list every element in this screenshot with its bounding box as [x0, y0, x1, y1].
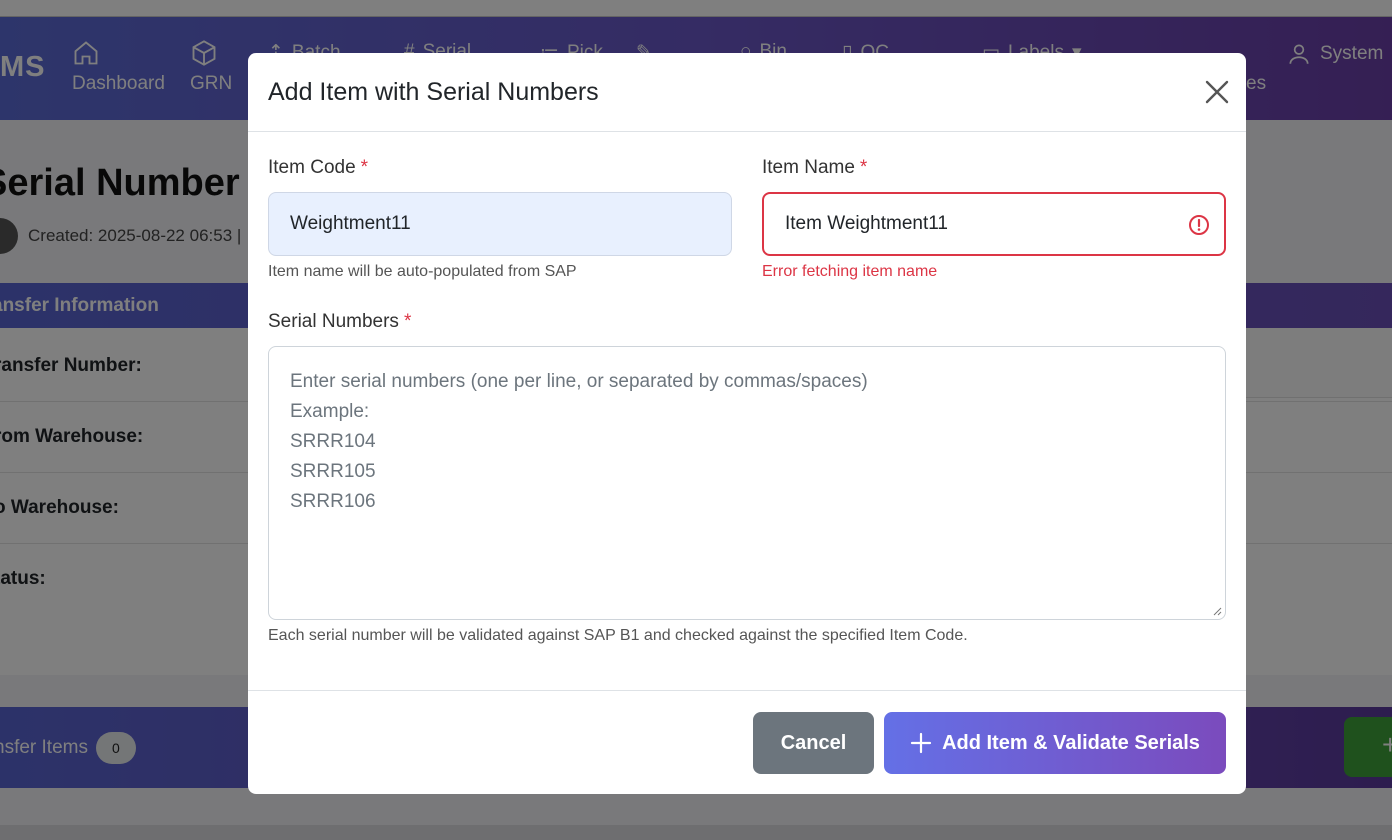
placeholder-line: Example: [290, 401, 370, 422]
serial-numbers-label: Serial Numbers * [268, 311, 411, 333]
serial-numbers-label-text: Serial Numbers [268, 311, 399, 332]
placeholder-line: SRRR105 [290, 461, 376, 482]
add-item-validate-button[interactable]: Add Item & Validate Serials [884, 712, 1226, 774]
placeholder-line: SRRR104 [290, 431, 376, 452]
resize-handle-icon[interactable] [1212, 606, 1222, 616]
item-code-input[interactable]: Weightment11 [268, 192, 732, 256]
modal-header: Add Item with Serial Numbers [248, 53, 1246, 132]
item-code-help: Item name will be auto-populated from SA… [268, 263, 577, 280]
required-mark: * [403, 311, 412, 332]
error-icon [1189, 215, 1209, 235]
required-mark: * [360, 157, 369, 178]
item-name-label: Item Name * [762, 157, 867, 179]
modal-title: Add Item with Serial Numbers [268, 78, 599, 106]
item-name-error: Error fetching item name [762, 263, 938, 280]
item-name-label-text: Item Name [762, 157, 855, 178]
close-icon [1205, 80, 1229, 104]
add-item-modal: Add Item with Serial Numbers Item Code * … [248, 53, 1246, 794]
item-code-label: Item Code * [268, 157, 368, 179]
plus-icon [910, 732, 932, 754]
modal-footer: Cancel Add Item & Validate Serials [248, 690, 1246, 794]
add-item-validate-label: Add Item & Validate Serials [942, 731, 1200, 754]
cancel-button[interactable]: Cancel [753, 712, 874, 774]
serial-numbers-textarea[interactable]: Enter serial numbers (one per line, or s… [268, 346, 1226, 620]
item-code-label-text: Item Code [268, 157, 356, 178]
required-mark: * [859, 157, 868, 178]
item-name-value: Item Weightment11 [785, 213, 948, 234]
serial-numbers-help: Each serial number will be validated aga… [268, 627, 968, 644]
item-name-input[interactable]: Item Weightment11 [762, 192, 1226, 256]
close-button[interactable] [1202, 77, 1232, 107]
placeholder-line: Enter serial numbers (one per line, or s… [290, 371, 868, 392]
item-code-value: Weightment11 [290, 213, 411, 234]
placeholder-line: SRRR106 [290, 491, 376, 512]
